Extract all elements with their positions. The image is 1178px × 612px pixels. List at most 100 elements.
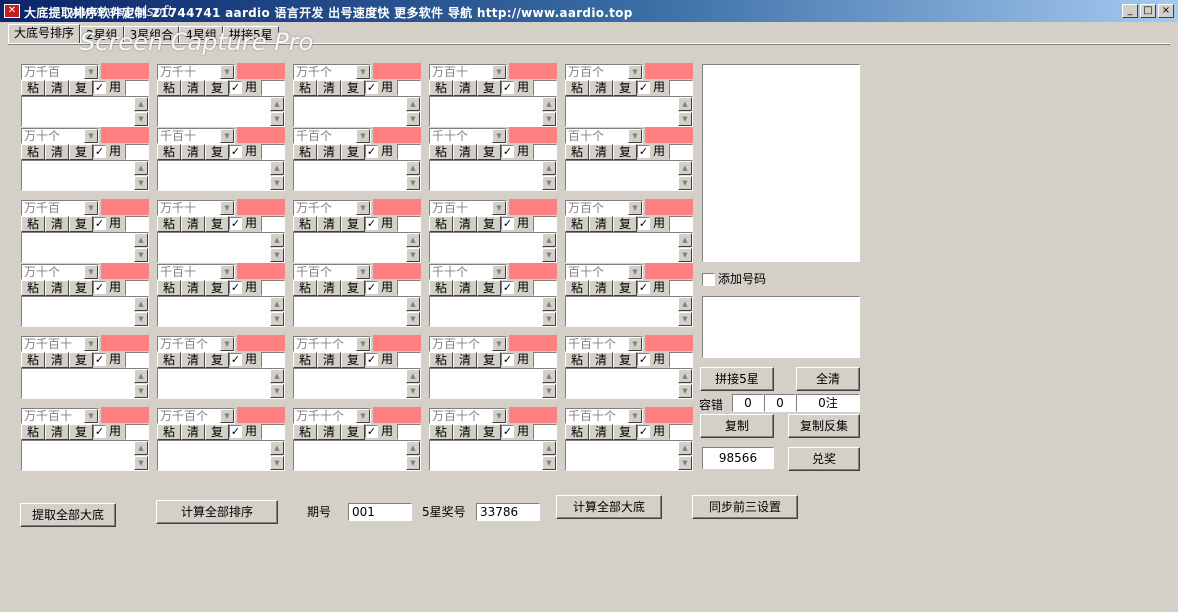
numbers-textarea[interactable]: ▲ ▼: [293, 296, 421, 327]
scrollbar[interactable]: ▲ ▼: [542, 297, 556, 326]
count-input[interactable]: [669, 280, 693, 296]
numbers-textarea[interactable]: ▲ ▼: [293, 368, 421, 399]
position-select[interactable]: 万千百十 ▼: [21, 408, 99, 424]
calc-all-base-button[interactable]: 计算全部大底: [556, 495, 662, 519]
scroll-down-icon[interactable]: ▼: [270, 112, 284, 126]
add-number-textarea[interactable]: [702, 296, 860, 358]
position-select[interactable]: 千百十个 ▼: [565, 408, 643, 424]
use-checkbox[interactable]: ✓: [501, 217, 514, 230]
scroll-up-icon[interactable]: ▲: [542, 233, 556, 247]
position-select[interactable]: 百十个 ▼: [565, 128, 643, 144]
scrollbar[interactable]: ▲ ▼: [134, 97, 148, 126]
scrollbar[interactable]: ▲ ▼: [678, 297, 692, 326]
use-checkbox[interactable]: ✓: [637, 217, 650, 230]
numbers-textarea[interactable]: ▲ ▼: [21, 368, 149, 399]
clear-button[interactable]: 清: [45, 216, 69, 232]
clear-button[interactable]: 清: [589, 280, 613, 296]
paste-button[interactable]: 粘: [293, 280, 317, 296]
count-input[interactable]: [669, 424, 693, 440]
copy-button[interactable]: 复: [69, 144, 93, 160]
clear-button[interactable]: 清: [453, 352, 477, 368]
paste-button[interactable]: 粘: [21, 352, 45, 368]
count-input[interactable]: [669, 216, 693, 232]
clear-button[interactable]: 清: [453, 80, 477, 96]
use-checkbox[interactable]: ✓: [365, 353, 378, 366]
count-input[interactable]: [669, 80, 693, 96]
clear-button[interactable]: 清: [181, 280, 205, 296]
count-input[interactable]: [397, 216, 421, 232]
copy-button[interactable]: 复: [69, 80, 93, 96]
copy-button[interactable]: 复: [613, 424, 637, 440]
paste-button[interactable]: 粘: [429, 280, 453, 296]
numbers-textarea[interactable]: ▲ ▼: [21, 232, 149, 263]
tolerance-min-input[interactable]: 0: [732, 394, 764, 412]
scroll-up-icon[interactable]: ▲: [542, 161, 556, 175]
numbers-textarea[interactable]: ▲ ▼: [293, 160, 421, 191]
clear-button[interactable]: 清: [181, 80, 205, 96]
numbers-textarea[interactable]: ▲ ▼: [565, 160, 693, 191]
numbers-textarea[interactable]: ▲ ▼: [157, 368, 285, 399]
use-checkbox[interactable]: ✓: [501, 425, 514, 438]
position-select[interactable]: 百十个 ▼: [565, 264, 643, 280]
position-select[interactable]: 千十个 ▼: [429, 128, 507, 144]
use-checkbox[interactable]: ✓: [93, 145, 106, 158]
count-input[interactable]: [397, 280, 421, 296]
scroll-up-icon[interactable]: ▲: [270, 441, 284, 455]
use-checkbox[interactable]: ✓: [637, 353, 650, 366]
position-select[interactable]: 万百个 ▼: [565, 200, 643, 216]
count-input[interactable]: [533, 144, 557, 160]
use-checkbox[interactable]: ✓: [637, 425, 650, 438]
title-bar[interactable]: ✕ 大底提取排序软件定制 21744741 aardio 语言开发 出号速度快 …: [0, 0, 1178, 22]
count-input[interactable]: [397, 144, 421, 160]
position-select[interactable]: 万百十个 ▼: [429, 408, 507, 424]
chevron-down-icon[interactable]: ▼: [84, 337, 98, 351]
position-select[interactable]: 万千个 ▼: [293, 64, 371, 80]
use-checkbox[interactable]: ✓: [229, 353, 242, 366]
scroll-up-icon[interactable]: ▲: [134, 369, 148, 383]
paste-button[interactable]: 粘: [565, 424, 589, 440]
position-select[interactable]: 万百个 ▼: [565, 64, 643, 80]
use-checkbox[interactable]: ✓: [229, 217, 242, 230]
scroll-down-icon[interactable]: ▼: [542, 384, 556, 398]
chevron-down-icon[interactable]: ▼: [84, 409, 98, 423]
chevron-down-icon[interactable]: ▼: [84, 65, 98, 79]
chevron-down-icon[interactable]: ▼: [356, 129, 370, 143]
chevron-down-icon[interactable]: ▼: [492, 129, 506, 143]
prize-number-input[interactable]: 98566: [702, 447, 774, 469]
numbers-textarea[interactable]: ▲ ▼: [565, 440, 693, 471]
count-input[interactable]: [125, 280, 149, 296]
count-input[interactable]: [669, 352, 693, 368]
position-select[interactable]: 千百十个 ▼: [565, 336, 643, 352]
position-select[interactable]: 万千百 ▼: [21, 64, 99, 80]
numbers-textarea[interactable]: ▲ ▼: [157, 96, 285, 127]
numbers-textarea[interactable]: ▲ ▼: [293, 232, 421, 263]
numbers-textarea[interactable]: ▲ ▼: [293, 440, 421, 471]
scrollbar[interactable]: ▲ ▼: [406, 441, 420, 470]
clear-button[interactable]: 清: [589, 216, 613, 232]
numbers-textarea[interactable]: ▲ ▼: [565, 96, 693, 127]
scrollbar[interactable]: ▲ ▼: [134, 161, 148, 190]
numbers-textarea[interactable]: ▲ ▼: [157, 232, 285, 263]
copy-button[interactable]: 复: [477, 352, 501, 368]
clear-button[interactable]: 清: [317, 144, 341, 160]
position-select[interactable]: 千百十 ▼: [157, 264, 235, 280]
scroll-up-icon[interactable]: ▲: [406, 369, 420, 383]
tab-4star[interactable]: 4星组: [179, 26, 223, 44]
tab-2star[interactable]: 2星组: [80, 26, 124, 44]
scroll-down-icon[interactable]: ▼: [134, 112, 148, 126]
scroll-down-icon[interactable]: ▼: [134, 384, 148, 398]
scroll-down-icon[interactable]: ▼: [406, 312, 420, 326]
scroll-up-icon[interactable]: ▲: [542, 369, 556, 383]
count-input[interactable]: [125, 144, 149, 160]
clear-button[interactable]: 清: [317, 352, 341, 368]
count-input[interactable]: [533, 352, 557, 368]
position-select[interactable]: 万千百 ▼: [21, 200, 99, 216]
prize5-input[interactable]: 33786: [476, 503, 540, 521]
paste-button[interactable]: 粘: [429, 216, 453, 232]
count-input[interactable]: [533, 280, 557, 296]
use-checkbox[interactable]: ✓: [93, 217, 106, 230]
paste-button[interactable]: 粘: [157, 216, 181, 232]
use-checkbox[interactable]: ✓: [93, 281, 106, 294]
paste-button[interactable]: 粘: [565, 280, 589, 296]
scroll-up-icon[interactable]: ▲: [134, 441, 148, 455]
